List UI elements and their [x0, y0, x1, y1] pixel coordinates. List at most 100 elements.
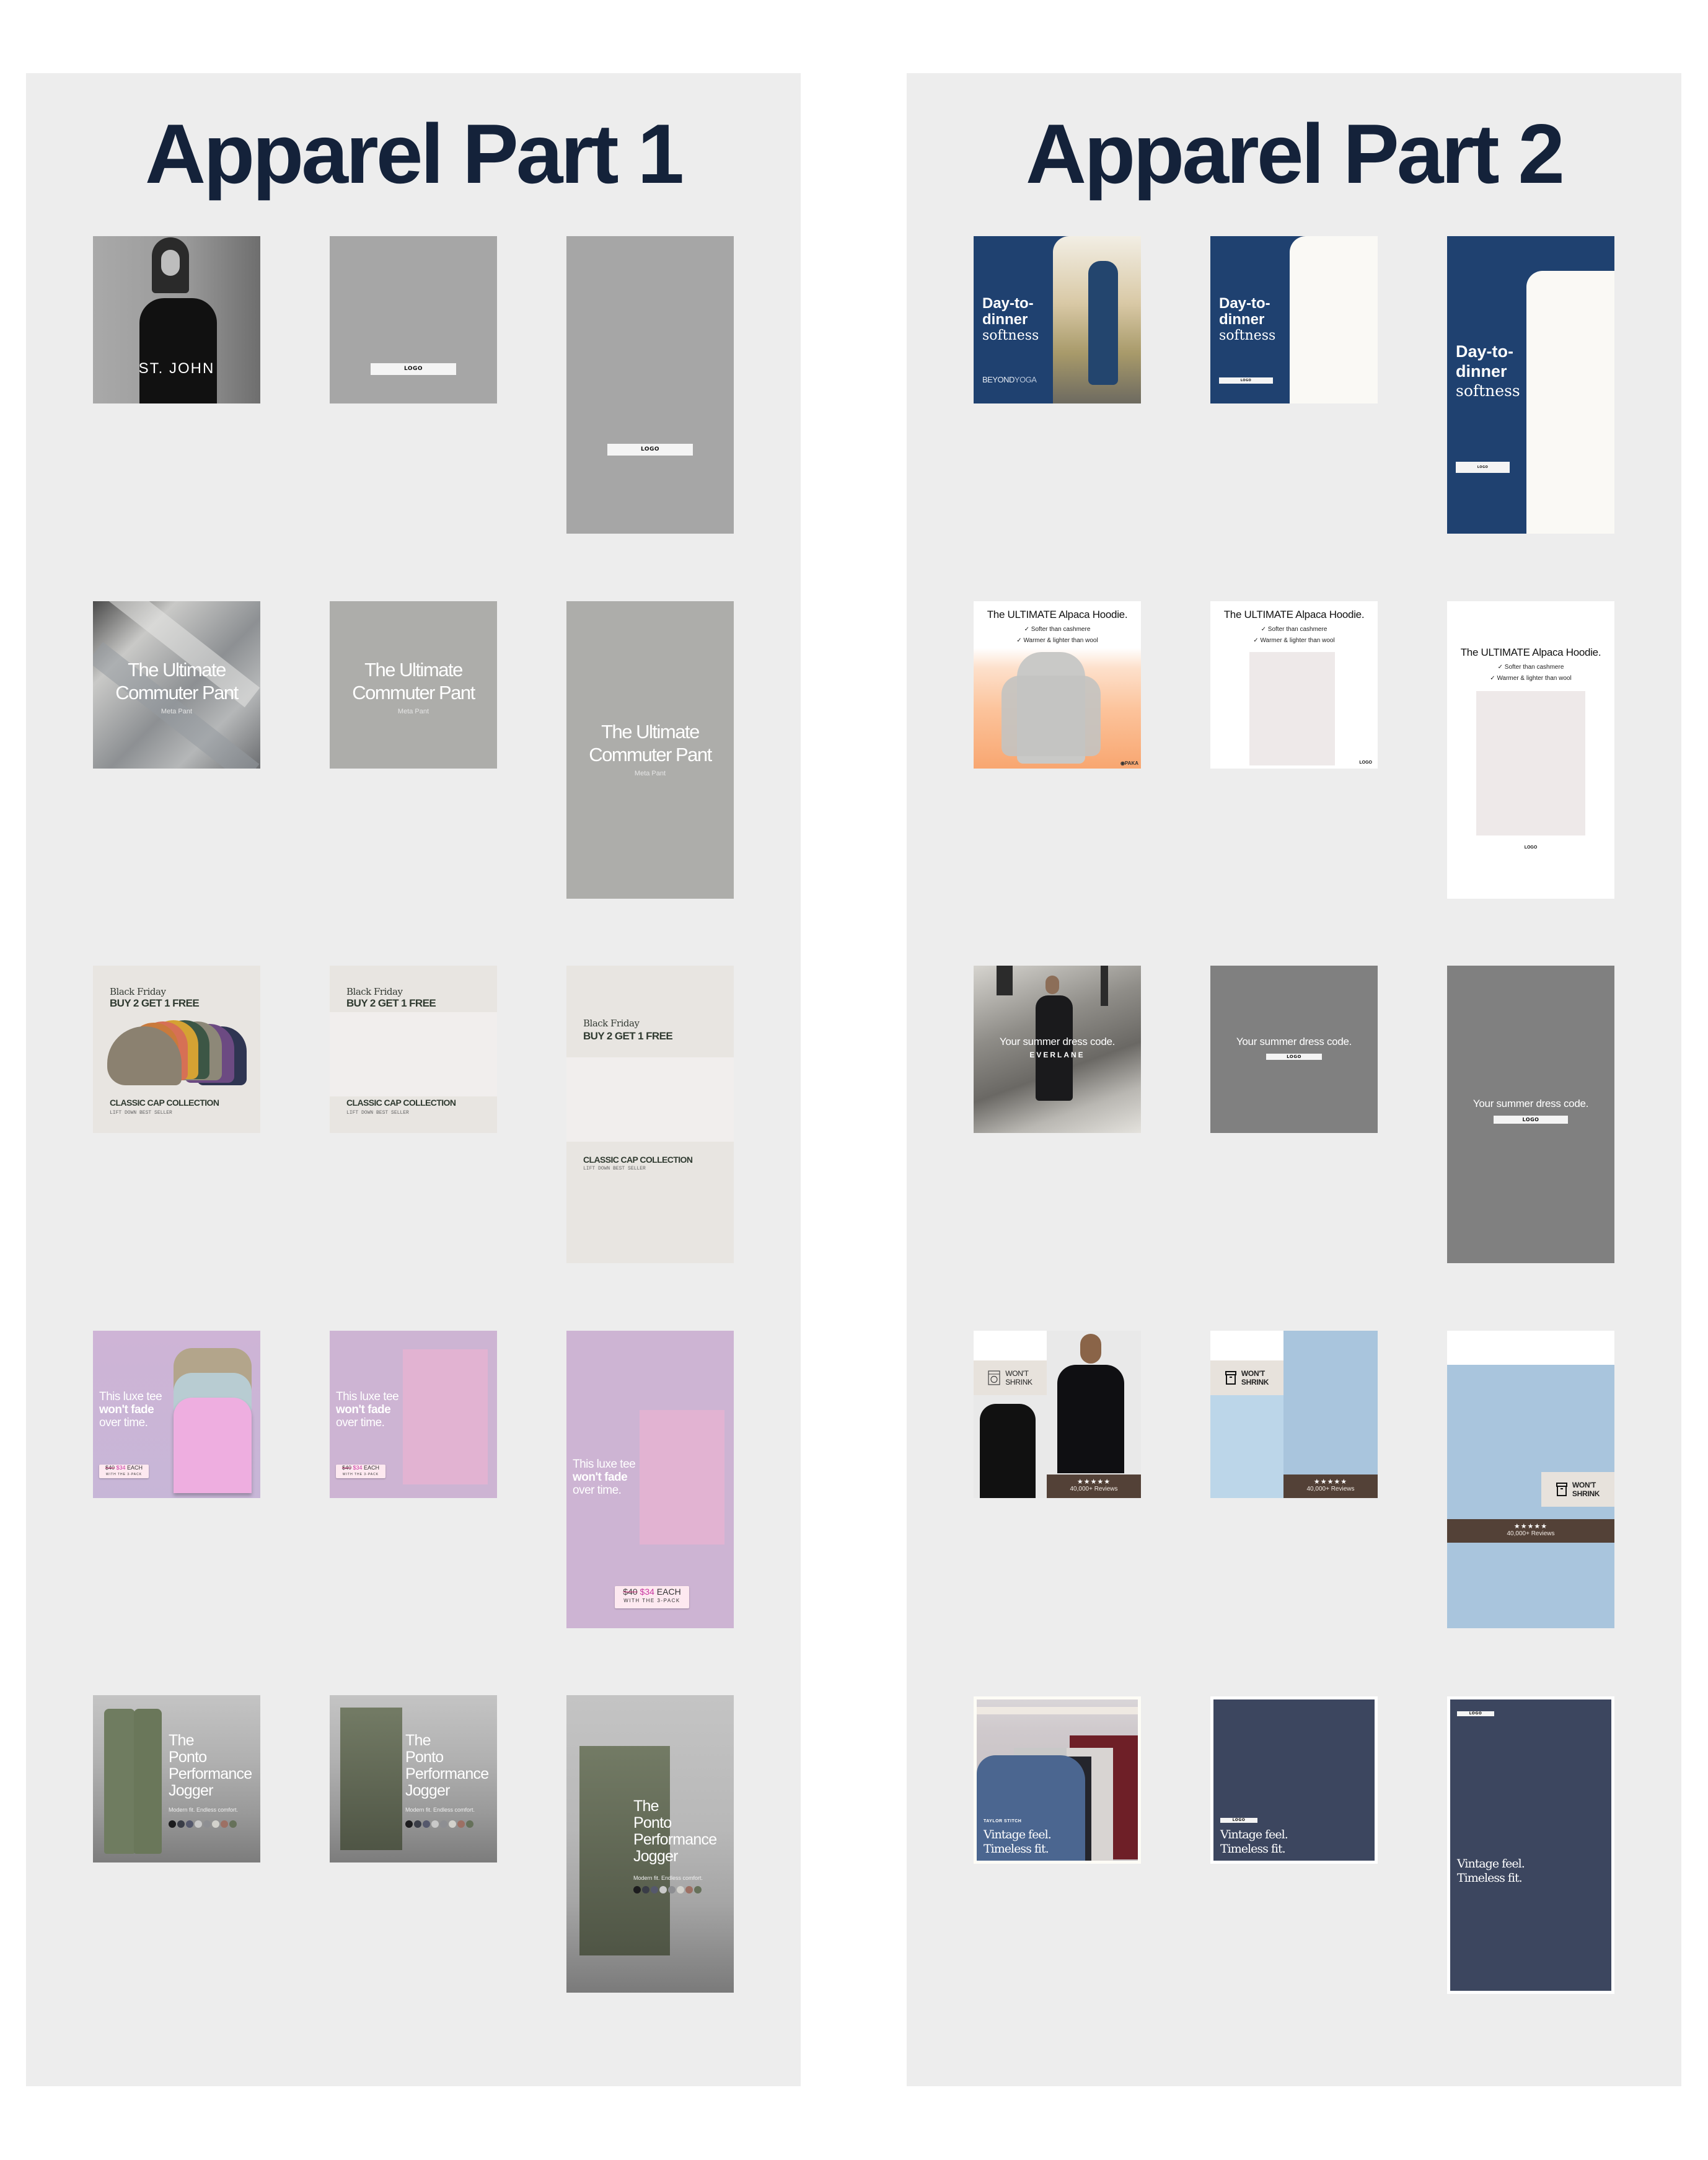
badge-line-1: WON'T	[1005, 1369, 1029, 1378]
star-rating-icon: ★★★★★	[1513, 1523, 1548, 1530]
price-new: $34	[640, 1587, 654, 1597]
ad-tile-stjohn-template-tall[interactable]: LOGO	[566, 236, 734, 534]
collection-name: CLASSIC CAP COLLECTION	[346, 1098, 456, 1108]
reviews-bar: ★★★★★ 40,000+ Reviews	[1047, 1475, 1141, 1498]
color-swatch-1	[414, 1820, 421, 1828]
ad-tile-beyondyoga-square[interactable]: Day-to- dinner softness BEYONDYOGA	[974, 236, 1141, 403]
building-windows	[1101, 966, 1108, 1006]
brand-wordmark: ◉PAKA	[1120, 760, 1138, 766]
model-photo-small	[980, 1404, 1036, 1498]
color-swatch-3	[195, 1820, 202, 1828]
headline-line-2: won't fade	[336, 1403, 391, 1416]
model-photo-large	[1057, 1365, 1124, 1473]
headline: Your summer dress code.	[1236, 1036, 1352, 1047]
ad-tile-caps-square[interactable]: Black Friday BUY 2 GET 1 FREE CLASSIC CA…	[93, 966, 260, 1133]
subheadline: Meta Pant	[634, 770, 666, 777]
subheadline: Meta Pant	[161, 708, 193, 715]
headline: Your summer dress code.	[1472, 1098, 1589, 1109]
headline-line-4: Jogger	[169, 1782, 213, 1799]
image-placeholder	[1290, 236, 1378, 403]
white-block	[974, 1331, 1047, 1360]
ad-tile-commuter-template-square[interactable]: The Ultimate Commuter Pant Meta Pant	[330, 601, 497, 769]
logo-placeholder: LOGO	[607, 444, 693, 456]
panel-title: Apparel Part 2	[1025, 107, 1565, 201]
benefit-1-text: Softer than cashmere	[1504, 664, 1564, 671]
headline-line-2: won't fade	[99, 1403, 154, 1416]
brand-wordmark-b: YOGA	[1014, 375, 1037, 384]
ad-tile-taylorstitch-template-square[interactable]: LOGO Vintage feel. Timeless fit.	[1210, 1696, 1378, 1864]
ad-tile-everlane-template-tall[interactable]: Your summer dress code. LOGO	[1447, 966, 1614, 1263]
price-each: EACH	[127, 1465, 143, 1471]
benefit-1-text: Softer than cashmere	[1031, 626, 1091, 633]
ad-tile-commuter-template-tall[interactable]: The Ultimate Commuter Pant Meta Pant	[566, 601, 734, 899]
ad-tile-tee-square[interactable]: This luxe tee won't fade over time. $40 …	[93, 1331, 260, 1498]
color-swatch-1	[642, 1886, 649, 1893]
ad-tile-wontshrink-template-tall[interactable]: WON'T SHRINK ★★★★★ 40,000+ Reviews	[1447, 1331, 1614, 1628]
headline: The ULTIMATE Alpaca Hoodie.	[987, 609, 1128, 620]
headline-line-1: The	[405, 1732, 431, 1749]
ad-tile-hoodie-template-tall[interactable]: The ULTIMATE Alpaca Hoodie. ✓ Softer tha…	[1447, 601, 1614, 899]
headline-line-3: Performance	[169, 1765, 252, 1783]
white-block	[1447, 1331, 1614, 1365]
subheadline: Modern fit. Endless comfort.	[633, 1875, 703, 1881]
ad-tile-hoodie-template-square[interactable]: The ULTIMATE Alpaca Hoodie. ✓ Softer tha…	[1210, 601, 1378, 769]
kicker: Black Friday	[110, 986, 166, 997]
ad-tile-tee-template-tall[interactable]: This luxe tee won't fade over time. $40 …	[566, 1331, 734, 1628]
badge-text: WON'T SHRINK	[1572, 1481, 1600, 1498]
image-placeholder	[1249, 652, 1335, 765]
color-swatches	[169, 1820, 237, 1828]
ad-tile-wontshrink-square[interactable]: WON'T SHRINK ★★★★★ 40,000+ Reviews	[974, 1331, 1141, 1498]
headline: The Ponto Performance Jogger	[405, 1732, 489, 1799]
review-count: 40,000+ Reviews	[1070, 1486, 1118, 1492]
model-dress	[1088, 261, 1118, 385]
image-placeholder	[1476, 691, 1585, 835]
check-icon: ✓	[1497, 664, 1503, 671]
ad-tile-everlane-square[interactable]: Your summer dress code. EVERLANE	[974, 966, 1141, 1133]
benefit-2-text: Warmer & lighter than wool	[1023, 637, 1098, 644]
jogger-photo	[104, 1709, 135, 1854]
wont-shrink-badge: WON'T SHRINK	[1541, 1472, 1614, 1507]
headline-line-1: This luxe tee	[99, 1390, 162, 1403]
image-placeholder	[1450, 1699, 1611, 1991]
headline-line-1: This luxe tee	[336, 1390, 399, 1403]
ad-tile-jogger-template-square[interactable]: The Ponto Performance Jogger Modern fit.…	[330, 1695, 497, 1862]
paka-icon: ◉	[1120, 760, 1125, 766]
ad-tile-everlane-template-square[interactable]: Your summer dress code. LOGO	[1210, 966, 1378, 1133]
brand-name: PAKA	[1124, 760, 1138, 766]
headline-line-3: softness	[1219, 328, 1276, 343]
logo-placeholder: LOGO	[1220, 1818, 1257, 1823]
ad-tile-commuter-square[interactable]: The Ultimate Commuter Pant Meta Pant	[93, 601, 260, 769]
headline-line-3: Performance	[633, 1831, 717, 1848]
headline: Day-to- dinner softness	[1456, 342, 1520, 401]
headline-line-1: Day-to-	[1456, 342, 1513, 361]
ad-tile-beyondyoga-template-tall[interactable]: Day-to- dinner softness LOGO	[1447, 236, 1614, 534]
brand-wordmark: EVERLANE	[1029, 1051, 1085, 1059]
logo-placeholder: LOGO	[1457, 1711, 1494, 1716]
price-each: EACH	[364, 1465, 380, 1471]
subheadline: Meta Pant	[397, 708, 429, 715]
ad-tile-taylorstitch-template-tall[interactable]: LOGO Vintage feel. Timeless fit.	[1447, 1696, 1614, 1994]
badge-text: WON'T SHRINK	[1241, 1369, 1269, 1386]
logo-text: LOGO	[1359, 760, 1372, 765]
color-swatch-7	[466, 1820, 473, 1828]
price-note: WITH THE 3-PACK	[105, 1473, 143, 1476]
ad-tile-taylorstitch-square[interactable]: TAYLOR STITCH Vintage feel. Timeless fit…	[974, 1696, 1141, 1864]
offer-headline: BUY 2 GET 1 FREE	[583, 1030, 673, 1042]
reviews-bar: ★★★★★ 40,000+ Reviews	[1447, 1519, 1614, 1543]
ad-tile-wontshrink-template-square[interactable]: WON'T SHRINK ★★★★★ 40,000+ Reviews	[1210, 1331, 1378, 1498]
ad-tile-hoodie-square[interactable]: The ULTIMATE Alpaca Hoodie. ✓ Softer tha…	[974, 601, 1141, 769]
price-each: EACH	[656, 1587, 681, 1597]
offer-headline: BUY 2 GET 1 FREE	[346, 997, 436, 1009]
ad-tile-beyondyoga-template-square[interactable]: Day-to- dinner softness LOGO	[1210, 236, 1378, 403]
ad-tile-tee-template-square[interactable]: This luxe tee won't fade over time. $40 …	[330, 1331, 497, 1498]
image-placeholder	[330, 1012, 497, 1096]
ad-tile-jogger-square[interactable]: The Ponto Performance Jogger Modern fit.…	[93, 1695, 260, 1862]
ad-tile-stjohn-template-square[interactable]: LOGO	[330, 236, 497, 403]
collection-name: CLASSIC CAP COLLECTION	[583, 1155, 693, 1165]
ad-tile-stjohn-square[interactable]: ST. JOHN	[93, 236, 260, 403]
ad-tile-caps-template-square[interactable]: Black Friday BUY 2 GET 1 FREE CLASSIC CA…	[330, 966, 497, 1133]
price-new: $34	[116, 1465, 126, 1471]
ad-tile-jogger-template-tall[interactable]: The Ponto Performance Jogger Modern fit.…	[566, 1695, 734, 1993]
ad-tile-caps-template-tall[interactable]: Black Friday BUY 2 GET 1 FREE CLASSIC CA…	[566, 966, 734, 1263]
tagline: LIFT DOWN BEST SELLER	[583, 1166, 646, 1171]
